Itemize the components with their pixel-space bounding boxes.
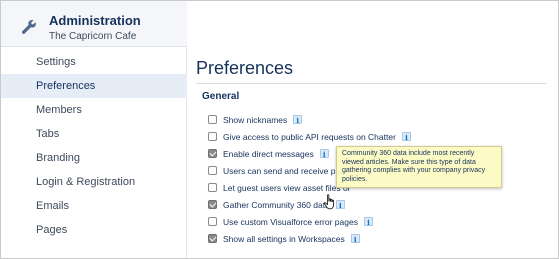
sidebar-item-emails[interactable]: Emails	[1, 194, 187, 218]
sidebar-item-pages[interactable]: Pages	[1, 218, 187, 242]
community-360-tooltip: Community 360 data include most recently…	[336, 146, 502, 188]
pref-row-community-360: Gather Community 360 data i	[208, 196, 548, 213]
pref-row-visualforce-errors: Use custom Visualforce error pages i	[208, 213, 548, 230]
sidebar-item-preferences[interactable]: Preferences	[1, 74, 187, 98]
show-nicknames-checkbox[interactable]	[208, 115, 217, 124]
private-messages-label: Users can send and receive privat	[223, 165, 352, 176]
sidebar-item-members[interactable]: Members	[1, 98, 187, 122]
title-divider	[196, 83, 546, 84]
sidebar-nav: Settings Preferences Members Tabs Brandi…	[1, 48, 187, 242]
public-api-checkbox[interactable]	[208, 132, 217, 141]
info-icon[interactable]: i	[335, 200, 345, 210]
main-content: Preferences General Show nicknames i Giv…	[188, 1, 558, 258]
page-title: Preferences	[196, 58, 294, 78]
app-header: Administration The Capricorn Cafe	[1, 1, 187, 47]
pref-row-workspaces-settings: Show all settings in Workspaces i	[208, 230, 548, 247]
pref-row-show-nicknames: Show nicknames i	[208, 111, 548, 128]
direct-messages-label: Enable direct messages	[223, 148, 314, 159]
app-title: Administration	[49, 13, 141, 28]
sidebar-item-branding[interactable]: Branding	[1, 146, 187, 170]
hand-pointer-icon	[323, 194, 335, 210]
guest-asset-files-label: Let guest users view asset files or	[223, 182, 351, 193]
private-messages-checkbox[interactable]	[208, 166, 217, 175]
info-icon[interactable]: i	[319, 149, 329, 159]
guest-asset-files-checkbox[interactable]	[208, 183, 217, 192]
sidebar: Administration The Capricorn Cafe Settin…	[1, 1, 187, 258]
community-360-checkbox[interactable]	[208, 200, 217, 209]
info-icon[interactable]: i	[350, 234, 360, 244]
workspaces-settings-label: Show all settings in Workspaces	[223, 233, 345, 244]
visualforce-errors-label: Use custom Visualforce error pages	[223, 216, 358, 227]
section-title-general: General	[202, 91, 240, 102]
direct-messages-checkbox[interactable]	[208, 149, 217, 158]
app-subtitle: The Capricorn Cafe	[49, 31, 137, 42]
wrench-icon	[21, 19, 36, 34]
visualforce-errors-checkbox[interactable]	[208, 217, 217, 226]
sidebar-item-settings[interactable]: Settings	[1, 50, 187, 74]
sidebar-item-tabs[interactable]: Tabs	[1, 122, 187, 146]
info-icon[interactable]: i	[401, 132, 411, 142]
show-nicknames-label: Show nicknames	[223, 114, 288, 125]
info-icon[interactable]: i	[363, 217, 373, 227]
community-360-label: Gather Community 360 data	[223, 199, 330, 210]
workspaces-settings-checkbox[interactable]	[208, 234, 217, 243]
sidebar-item-login-registration[interactable]: Login & Registration	[1, 170, 187, 194]
public-api-label: Give access to public API requests on Ch…	[223, 131, 396, 142]
pref-row-public-api: Give access to public API requests on Ch…	[208, 128, 548, 145]
info-icon[interactable]: i	[293, 115, 303, 125]
